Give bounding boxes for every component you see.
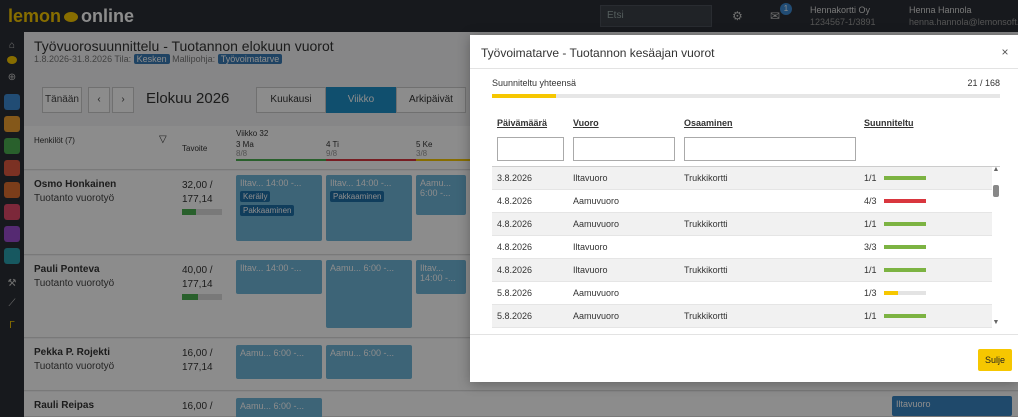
table-row[interactable]: 5.8.2026 Aamuvuoro Trukkikortti 1/1 [492, 305, 992, 328]
cell-date: 4.8.2026 [497, 196, 533, 206]
cell-planned: 1/1 [864, 219, 877, 229]
cell-shift: Iltavuoro [573, 242, 608, 252]
planned-progress-fill [884, 291, 898, 295]
cell-date: 4.8.2026 [497, 265, 533, 275]
divider [470, 68, 1018, 69]
planned-progress-fill [884, 222, 926, 226]
scroll-thumb[interactable] [993, 185, 999, 197]
planned-progress [884, 245, 926, 249]
table-row[interactable]: 5.8.2026 Aamuvuoro 1/3 [492, 282, 992, 305]
cell-shift: Iltavuoro [573, 265, 608, 275]
table-row[interactable]: 4.8.2026 Iltavuoro Trukkikortti 1/1 [492, 259, 992, 282]
scroll-up-icon[interactable]: ▲ [992, 166, 1000, 173]
cell-shift: Aamuvuoro [573, 196, 620, 206]
close-icon[interactable]: × [998, 45, 1012, 59]
cell-planned: 1/1 [864, 265, 877, 275]
cell-skill: Trukkikortti [684, 173, 728, 183]
column-header-shift[interactable]: Vuoro [573, 118, 599, 128]
planned-progress-fill [884, 268, 926, 272]
summary-progress-fill [492, 94, 556, 98]
planned-progress-fill [884, 314, 926, 318]
cell-planned: 1/1 [864, 173, 877, 183]
cell-date: 5.8.2026 [497, 311, 533, 321]
date-filter-input[interactable] [497, 137, 564, 161]
cell-date: 5.8.2026 [497, 288, 533, 298]
cell-skill: Trukkikortti [684, 265, 728, 275]
planned-progress [884, 268, 926, 272]
scroll-down-icon[interactable]: ▼ [992, 319, 1000, 326]
planned-progress [884, 199, 926, 203]
cell-planned: 1/1 [864, 311, 877, 321]
table-row[interactable]: 4.8.2026 Aamuvuoro 4/3 [492, 190, 992, 213]
summary-progress [492, 94, 1000, 98]
demand-table: 3.8.2026 Iltavuoro Trukkikortti 1/1 4.8.2026… [492, 166, 1000, 329]
cell-planned: 3/3 [864, 242, 877, 252]
cell-planned: 1/3 [864, 288, 877, 298]
cell-shift: Aamuvuoro [573, 311, 620, 321]
column-header-planned[interactable]: Suunniteltu [864, 118, 914, 128]
planned-progress [884, 314, 926, 318]
table-row[interactable]: 4.8.2026 Iltavuoro 3/3 [492, 236, 992, 259]
planned-progress-fill [884, 245, 926, 249]
workforce-demand-dialog: Työvoimatarve - Tuotannon kesäajan vuoro… [470, 35, 1018, 382]
planned-progress [884, 222, 926, 226]
shift-filter-input[interactable] [573, 137, 675, 161]
divider [470, 334, 1018, 335]
cell-shift: Aamuvuoro [573, 219, 620, 229]
column-header-date[interactable]: Päivämäärä [497, 118, 547, 128]
cell-skill: Trukkikortti [684, 311, 728, 321]
summary-value: 21 / 168 [967, 78, 1000, 88]
cell-skill: Trukkikortti [684, 219, 728, 229]
cell-shift: Aamuvuoro [573, 288, 620, 298]
table-row[interactable]: 4.8.2026 Aamuvuoro Trukkikortti 1/1 [492, 213, 992, 236]
dialog-title: Työvoimatarve - Tuotannon kesäajan vuoro… [481, 46, 715, 60]
cell-planned: 4/3 [864, 196, 877, 206]
planned-progress [884, 291, 926, 295]
skill-filter-input[interactable] [684, 137, 856, 161]
planned-progress [884, 176, 926, 180]
cell-date: 4.8.2026 [497, 242, 533, 252]
column-header-skill[interactable]: Osaaminen [684, 118, 733, 128]
planned-progress-fill [884, 199, 926, 203]
table-scrollbar[interactable]: ▲ ▼ [992, 166, 1000, 329]
cell-date: 3.8.2026 [497, 173, 533, 183]
table-row[interactable]: 3.8.2026 Iltavuoro Trukkikortti 1/1 [492, 167, 992, 190]
cell-shift: Iltavuoro [573, 173, 608, 183]
close-button[interactable]: Sulje [978, 349, 1012, 371]
summary-label: Suunniteltu yhteensä [492, 78, 577, 88]
planned-progress-fill [884, 176, 926, 180]
cell-date: 4.8.2026 [497, 219, 533, 229]
